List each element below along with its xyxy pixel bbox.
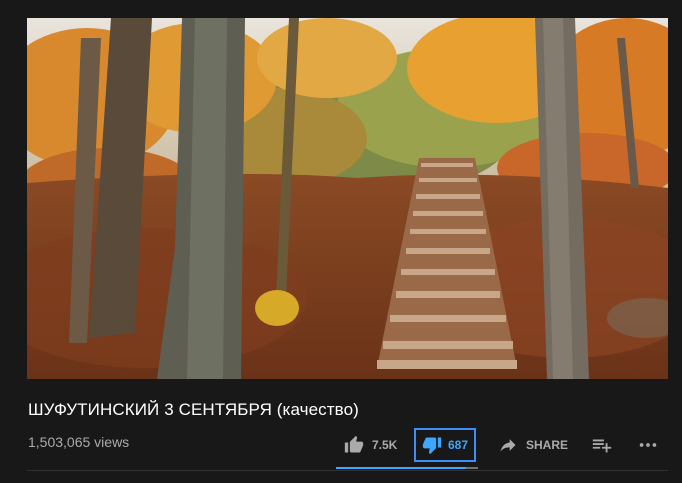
video-actions: 7.5K 687 SHARE (336, 427, 668, 463)
dislike-count: 687 (447, 438, 469, 452)
video-player[interactable] (27, 18, 668, 379)
more-actions-button[interactable] (637, 427, 659, 463)
save-to-playlist-button[interactable] (591, 427, 613, 463)
more-horizontal-icon (637, 434, 659, 456)
share-button[interactable]: SHARE (498, 427, 568, 463)
video-page: ШУФУТИНСКИЙ 3 СЕНТЯБРЯ (качество) 1,503,… (0, 0, 682, 483)
share-arrow-icon (498, 435, 518, 455)
video-title: ШУФУТИНСКИЙ 3 СЕНТЯБРЯ (качество) (28, 400, 359, 419)
share-label: SHARE (526, 438, 569, 452)
like-button[interactable]: 7.5K (344, 427, 397, 463)
video-frame (27, 18, 668, 379)
like-count: 7.5K (372, 438, 398, 452)
divider (27, 470, 668, 471)
dislike-button[interactable]: 687 (414, 428, 476, 462)
sentiment-bar (336, 467, 478, 469)
thumb-up-icon (344, 435, 364, 455)
sentiment-bar-like-fill (336, 467, 467, 469)
playlist-add-icon (591, 434, 613, 456)
thumb-down-icon (422, 435, 442, 455)
view-count: 1,503,065 views (28, 434, 130, 450)
